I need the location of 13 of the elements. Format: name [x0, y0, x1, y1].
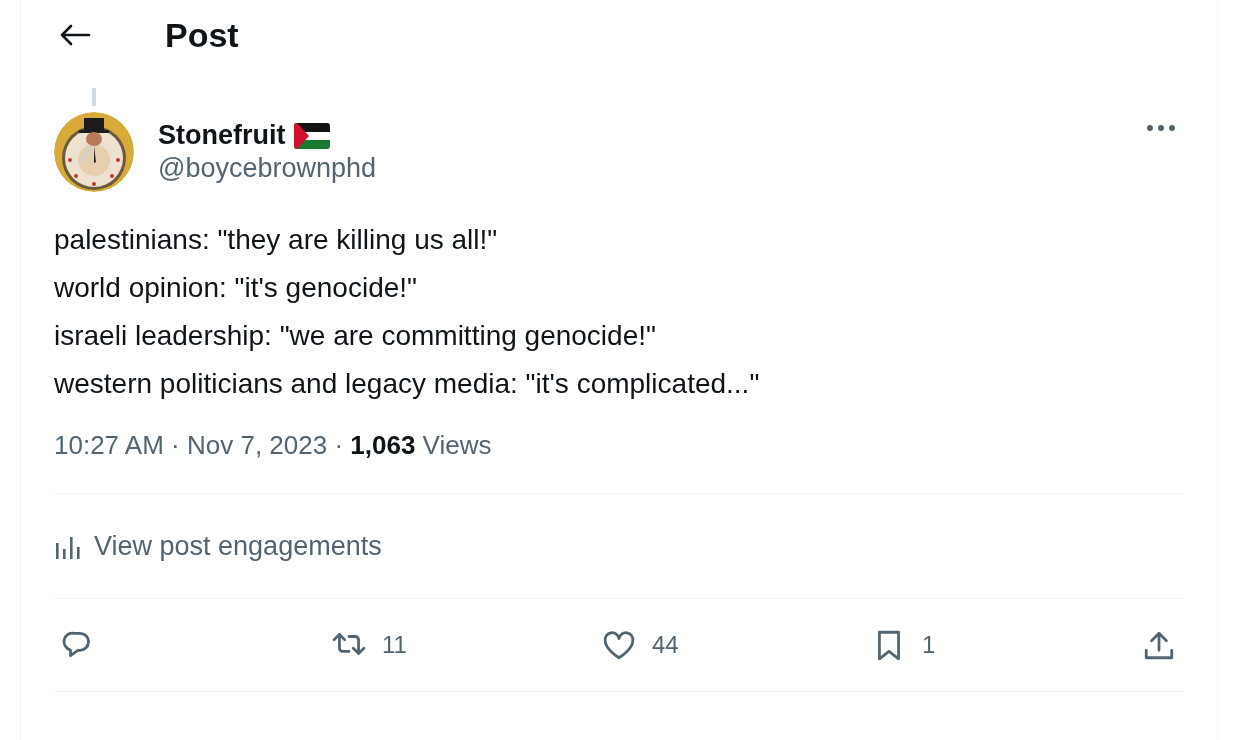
bookmark-button[interactable]: 1 [872, 629, 1072, 661]
flag-icon [293, 122, 330, 149]
page-title: Post [165, 15, 239, 55]
post-text: palestinians: "they are killing us all!" world opinion: "it's genocide!" israeli leadership: "we are committing genocide!" western politicians and legacy media: "it's complicated..." [54, 223, 761, 401]
share-button[interactable] [1142, 629, 1176, 661]
repost-button[interactable]: 11 [332, 629, 532, 661]
engagements-link[interactable]: View post engagements [54, 530, 382, 562]
share-icon [1142, 629, 1176, 661]
display-name[interactable]: Stonefruit [158, 120, 286, 151]
user-handle[interactable]: @boycebrownphd [158, 153, 1122, 184]
like-button[interactable]: 44 [602, 629, 802, 661]
post-meta: 10:27 AM · Nov 7, 2023 · 1,063 Views [54, 430, 493, 461]
heart-icon [602, 629, 636, 661]
